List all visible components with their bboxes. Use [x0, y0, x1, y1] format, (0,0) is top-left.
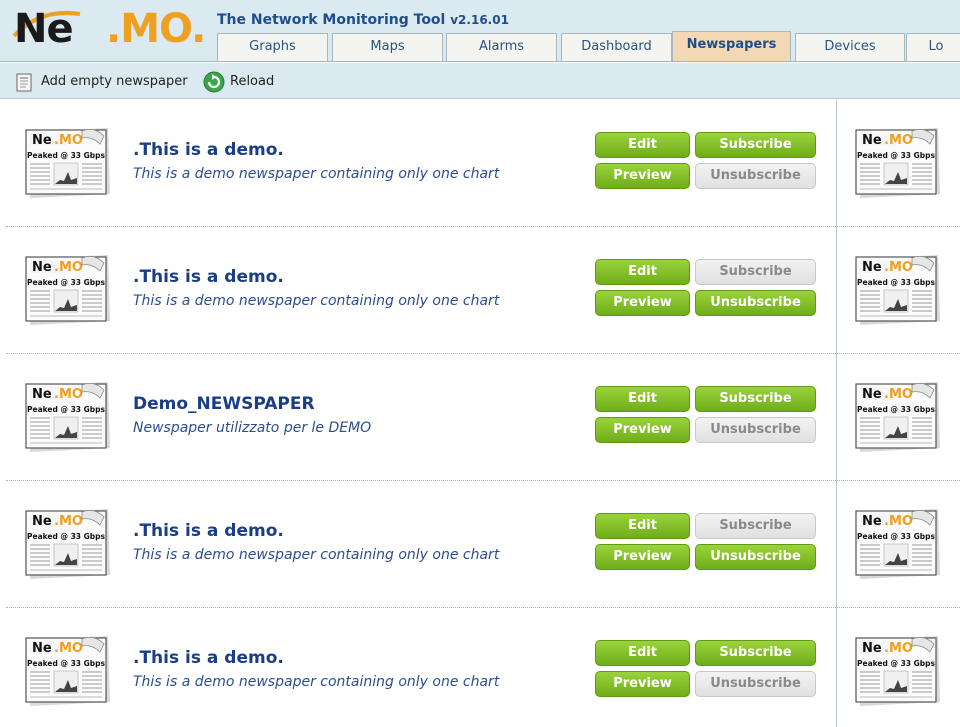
unsubscribe-button[interactable]: Unsubscribe — [695, 544, 816, 570]
app-title-text: The Network Monitoring Tool — [217, 12, 446, 28]
thumbnail-brand-mo: .MO — [884, 641, 913, 656]
thumbnail-brand-mo: .MO — [54, 387, 83, 402]
newspaper-row: Ne .MO Peaked @ 33 Gbps .This is a demo.… — [6, 608, 960, 727]
reload-icon — [203, 71, 225, 93]
app-header: Ne .MO. The Network Monitoring Tool v2.1… — [0, 0, 960, 62]
add-empty-newspaper-button[interactable]: Add empty newspaper — [14, 72, 196, 92]
logo-mo: .MO. — [106, 6, 206, 52]
newspaper-row: Ne .MO Peaked @ 33 Gbps .This is a demo.… — [6, 481, 960, 608]
newspaper-thumbnail: Ne .MO Peaked @ 33 Gbps — [24, 128, 110, 198]
newspaper-list: Ne .MO Peaked @ 33 Gbps .This is a demo.… — [6, 100, 960, 727]
preview-button[interactable]: Preview — [595, 417, 690, 443]
unsubscribe-button[interactable]: Unsubscribe — [695, 163, 816, 189]
newspaper-description: This is a demo newspaper containing only… — [133, 547, 500, 563]
tab-lo[interactable]: Lo — [906, 33, 960, 61]
logo-ne: Ne — [14, 6, 74, 52]
thumbnail-brand-mo: .MO — [54, 641, 83, 656]
subscribe-button[interactable]: Subscribe — [695, 386, 816, 412]
edit-button[interactable]: Edit — [595, 386, 690, 412]
thumbnail-caption: Peaked @ 33 Gbps — [857, 532, 936, 541]
thumbnail-caption: Peaked @ 33 Gbps — [857, 659, 936, 668]
thumbnail-brand-mo: .MO — [884, 387, 913, 402]
newspaper-add-icon — [16, 73, 32, 92]
thumbnail-brand-mo: .MO — [54, 514, 83, 529]
newspaper-title[interactable]: .This is a demo. — [133, 267, 284, 287]
newspaper-thumbnail: Ne .MO Peaked @ 33 Gbps — [24, 636, 110, 706]
unsubscribe-button[interactable]: Unsubscribe — [695, 290, 816, 316]
toolbar: Add empty newspaper Reload — [0, 63, 960, 99]
thumbnail-brand-mo: .MO — [54, 260, 83, 275]
thumbnail-brand-ne: Ne — [32, 133, 52, 148]
thumbnail-brand-ne: Ne — [862, 387, 882, 402]
thumbnail-caption: Peaked @ 33 Gbps — [857, 278, 936, 287]
newspaper-thumbnail: Ne .MO Peaked @ 33 Gbps — [24, 382, 110, 452]
thumbnail-brand-ne: Ne — [32, 641, 52, 656]
edit-button[interactable]: Edit — [595, 640, 690, 666]
newspaper-side-thumbnail: Ne .MO Peaked @ 33 Gbps — [854, 382, 940, 452]
thumbnail-caption: Peaked @ 33 Gbps — [857, 151, 936, 160]
newspaper-side-thumbnail: Ne .MO Peaked @ 33 Gbps — [854, 636, 940, 706]
edit-button[interactable]: Edit — [595, 259, 690, 285]
subscribe-button[interactable]: Subscribe — [695, 513, 816, 539]
thumbnail-caption: Peaked @ 33 Gbps — [27, 659, 106, 668]
tab-devices[interactable]: Devices — [795, 33, 905, 61]
thumbnail-brand-ne: Ne — [862, 641, 882, 656]
thumbnail-caption: Peaked @ 33 Gbps — [27, 151, 106, 160]
edit-button[interactable]: Edit — [595, 132, 690, 158]
newspaper-description: This is a demo newspaper containing only… — [133, 674, 500, 690]
tab-alarms[interactable]: Alarms — [446, 33, 557, 61]
thumbnail-brand-ne: Ne — [862, 133, 882, 148]
newspaper-side-thumbnail: Ne .MO Peaked @ 33 Gbps — [854, 128, 940, 198]
preview-button[interactable]: Preview — [595, 290, 690, 316]
thumbnail-brand-ne: Ne — [32, 260, 52, 275]
preview-button[interactable]: Preview — [595, 671, 690, 697]
preview-button[interactable]: Preview — [595, 163, 690, 189]
thumbnail-brand-mo: .MO — [54, 133, 83, 148]
thumbnail-caption: Peaked @ 33 Gbps — [27, 278, 106, 287]
app-title: The Network Monitoring Tool v2.16.01 — [217, 12, 509, 28]
thumbnail-caption: Peaked @ 33 Gbps — [27, 405, 106, 414]
newspaper-side-thumbnail: Ne .MO Peaked @ 33 Gbps — [854, 255, 940, 325]
unsubscribe-button[interactable]: Unsubscribe — [695, 671, 816, 697]
newspaper-row: Ne .MO Peaked @ 33 Gbps Demo_NEWSPAPER Ne… — [6, 354, 960, 481]
subscribe-button[interactable]: Subscribe — [695, 132, 816, 158]
newspaper-description: Newspaper utilizzato per le DEMO — [133, 420, 372, 436]
nemo-logo: Ne .MO. — [8, 4, 213, 58]
tab-newspapers[interactable]: Newspapers — [672, 31, 791, 61]
subscribe-button[interactable]: Subscribe — [695, 259, 816, 285]
reload-label: Reload — [230, 74, 275, 89]
add-empty-newspaper-label: Add empty newspaper — [41, 74, 188, 89]
newspaper-thumbnail: Ne .MO Peaked @ 33 Gbps — [24, 509, 110, 579]
unsubscribe-button[interactable]: Unsubscribe — [695, 417, 816, 443]
newspaper-title[interactable]: .This is a demo. — [133, 140, 284, 160]
thumbnail-brand-ne: Ne — [862, 514, 882, 529]
thumbnail-caption: Peaked @ 33 Gbps — [857, 405, 936, 414]
preview-button[interactable]: Preview — [595, 544, 690, 570]
newspaper-side-thumbnail: Ne .MO Peaked @ 33 Gbps — [854, 509, 940, 579]
subscribe-button[interactable]: Subscribe — [695, 640, 816, 666]
tab-maps[interactable]: Maps — [332, 33, 443, 61]
edit-button[interactable]: Edit — [595, 513, 690, 539]
newspaper-title[interactable]: .This is a demo. — [133, 648, 284, 668]
thumbnail-brand-mo: .MO — [884, 514, 913, 529]
newspaper-title[interactable]: Demo_NEWSPAPER — [133, 394, 315, 414]
thumbnail-brand-ne: Ne — [32, 514, 52, 529]
thumbnail-brand-ne: Ne — [32, 387, 52, 402]
thumbnail-caption: Peaked @ 33 Gbps — [27, 532, 106, 541]
newspaper-description: This is a demo newspaper containing only… — [133, 166, 500, 182]
tab-dashboard[interactable]: Dashboard — [561, 33, 672, 61]
newspaper-row: Ne .MO Peaked @ 33 Gbps .This is a demo.… — [6, 100, 960, 227]
thumbnail-brand-ne: Ne — [862, 260, 882, 275]
thumbnail-brand-mo: .MO — [884, 133, 913, 148]
newspaper-thumbnail: Ne .MO Peaked @ 33 Gbps — [24, 255, 110, 325]
newspaper-row: Ne .MO Peaked @ 33 Gbps .This is a demo.… — [6, 227, 960, 354]
newspaper-title[interactable]: .This is a demo. — [133, 521, 284, 541]
app-version: v2.16.01 — [450, 13, 509, 27]
tab-graphs[interactable]: Graphs — [217, 33, 328, 61]
reload-button[interactable]: Reload — [203, 71, 283, 93]
newspaper-description: This is a demo newspaper containing only… — [133, 293, 500, 309]
thumbnail-brand-mo: .MO — [884, 260, 913, 275]
